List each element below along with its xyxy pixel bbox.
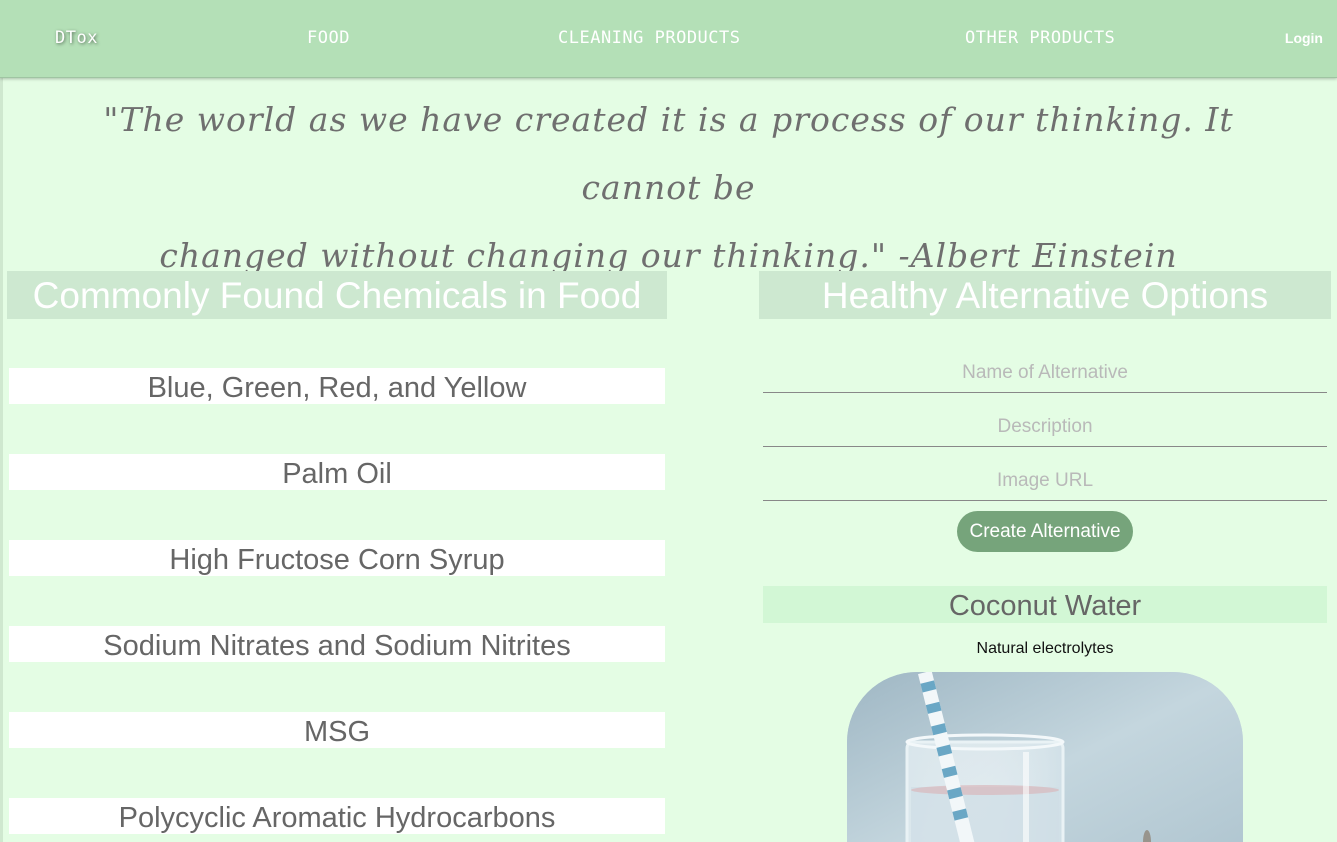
top-navbar: DTox FOOD CLEANING PRODUCTS OTHER PRODUC… — [0, 0, 1337, 78]
quote-line-1: "The world as we have created it is a pr… — [103, 100, 1234, 207]
chemicals-section-title: Commonly Found Chemicals in Food — [7, 271, 667, 319]
login-link[interactable]: Login — [1285, 30, 1323, 46]
alternative-description-input[interactable] — [763, 407, 1327, 447]
nav-link-food[interactable]: FOOD — [307, 28, 350, 48]
einstein-quote: "The world as we have created it is a pr… — [40, 86, 1297, 290]
chemical-item-pah[interactable]: Polycyclic Aromatic Hydrocarbons — [9, 798, 665, 834]
nav-link-cleaning-products[interactable]: CLEANING PRODUCTS — [558, 28, 741, 48]
nav-link-other-products[interactable]: OTHER PRODUCTS — [965, 28, 1115, 48]
page-left-border — [0, 78, 3, 842]
alternative-card-title: Coconut Water — [763, 586, 1327, 623]
create-alternative-button[interactable]: Create Alternative — [957, 511, 1133, 552]
alternative-card-description: Natural electrolytes — [976, 640, 1114, 657]
brand-logo[interactable]: DTox — [55, 28, 98, 48]
chemical-item-msg[interactable]: MSG — [9, 712, 665, 748]
coconut-water-image — [847, 672, 1243, 842]
alternatives-section-title: Healthy Alternative Options — [759, 271, 1331, 319]
chemical-item-hfcs[interactable]: High Fructose Corn Syrup — [9, 540, 665, 576]
glass-with-straw-illustration — [847, 672, 1243, 842]
chemical-item-palm-oil[interactable]: Palm Oil — [9, 454, 665, 490]
alternative-image-url-input[interactable] — [763, 461, 1327, 501]
alternative-name-input[interactable] — [763, 353, 1327, 393]
chemical-item-dyes[interactable]: Blue, Green, Red, and Yellow — [9, 368, 665, 404]
chemical-item-nitrates[interactable]: Sodium Nitrates and Sodium Nitrites — [9, 626, 665, 662]
